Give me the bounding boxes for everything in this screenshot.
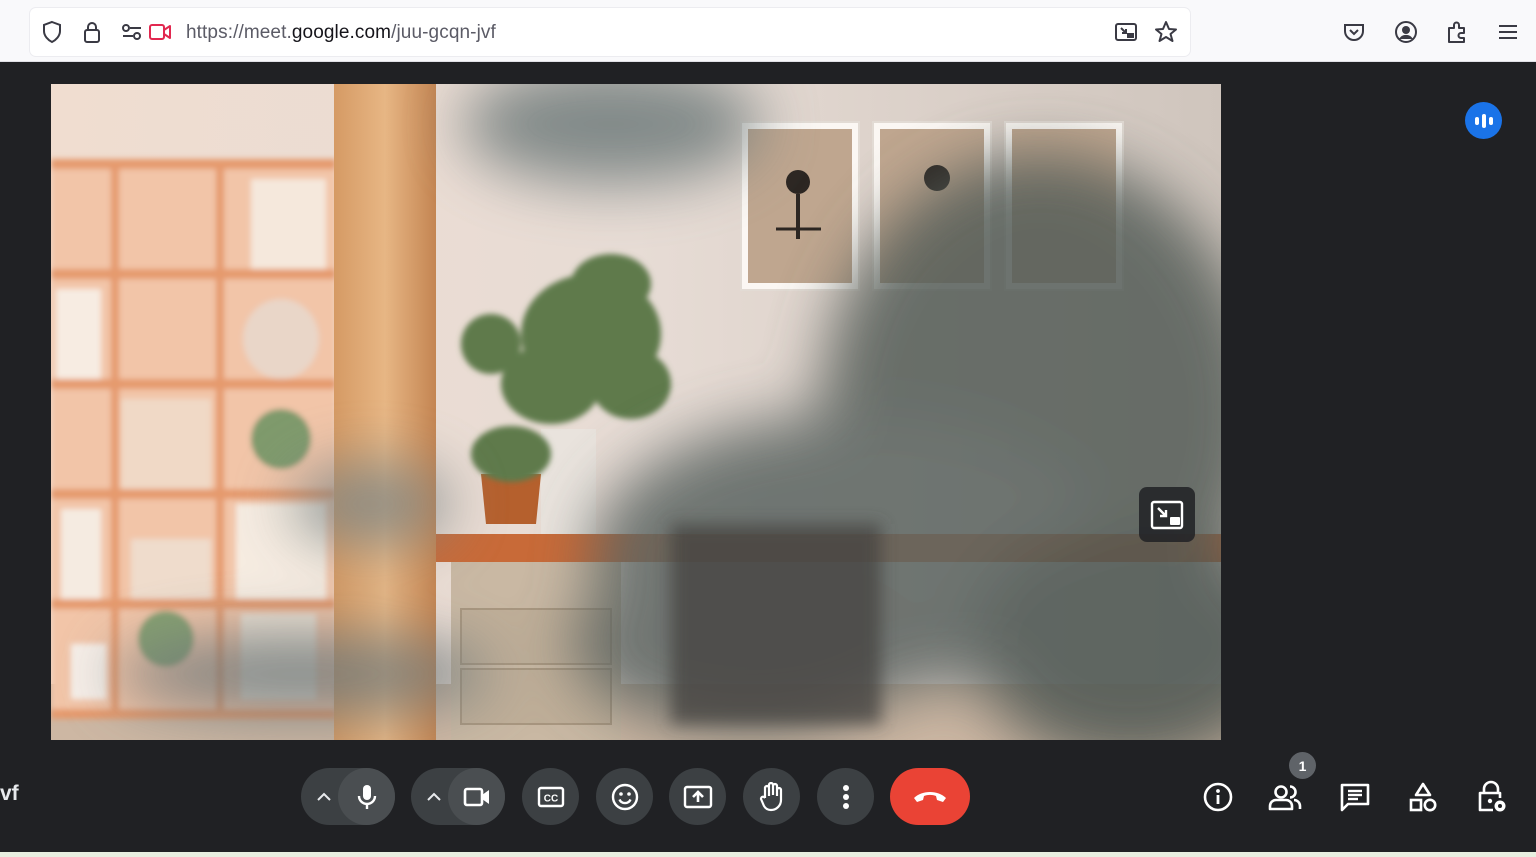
url-path: /juu-gcqn-jvf [391,22,496,43]
extensions-icon[interactable] [1445,20,1469,44]
leave-call-button[interactable] [890,768,970,825]
meeting-stage [0,62,1536,852]
account-icon[interactable] [1394,20,1418,44]
svg-text:CC: CC [543,793,557,804]
emoji-icon [611,783,638,810]
participants-count-badge: 1 [1289,752,1316,779]
chat-icon [1340,783,1370,812]
info-icon [1203,782,1233,812]
camera-sharing-icon[interactable] [148,20,172,44]
bookmark-star-icon[interactable] [1154,20,1178,44]
pip-icon[interactable] [1114,20,1138,44]
url-host: google.com [291,22,392,43]
speaking-indicator-icon [1465,102,1502,139]
host-controls-button[interactable] [1472,778,1510,816]
camera-button[interactable] [448,768,505,825]
pocket-icon[interactable] [1342,20,1366,44]
host-controls-icon [1478,780,1506,812]
lock-icon[interactable] [80,20,104,44]
virtual-background-video [51,84,1221,740]
menu-icon[interactable] [1496,20,1520,44]
present-now-button[interactable] [669,768,726,825]
camera-control [411,768,505,825]
activities-button[interactable] [1404,778,1442,816]
activities-icon [1409,782,1437,812]
camera-icon [463,787,489,806]
camera-options-icon [426,792,441,801]
meeting-code: vf [0,782,19,805]
captions-icon: CC [537,786,564,807]
send-reaction-button[interactable] [596,768,653,825]
meeting-details-button[interactable] [1199,778,1237,816]
captions-button[interactable]: CC [522,768,579,825]
window-bottom-edge [0,852,1536,857]
mic-icon [357,784,376,809]
address-bar[interactable]: https://meet.google.com/juu-gcqn-jvf [30,8,1190,56]
end-call-icon [914,791,946,802]
people-button[interactable] [1267,778,1305,816]
more-options-button[interactable] [817,768,874,825]
raise-hand-button[interactable] [743,768,800,825]
microphone-control [301,768,395,825]
people-icon [1268,785,1302,811]
picture-in-picture-button[interactable] [1139,487,1195,542]
picture-in-picture-icon [1150,500,1184,529]
present-icon [683,785,712,808]
permissions-icon[interactable] [120,20,144,44]
raise-hand-icon [759,781,782,811]
shield-icon[interactable] [40,20,64,44]
url-prefix: https://meet. [186,22,292,43]
mic-options-icon [316,792,331,801]
browser-toolbar: https://meet.google.com/juu-gcqn-jvf [0,0,1536,62]
url-text[interactable]: https://meet.google.com/juu-gcqn-jvf [186,22,496,44]
chat-button[interactable] [1336,778,1374,816]
participant-video-tile[interactable] [51,84,1221,740]
mic-button[interactable] [338,768,395,825]
more-options-icon [842,784,849,809]
